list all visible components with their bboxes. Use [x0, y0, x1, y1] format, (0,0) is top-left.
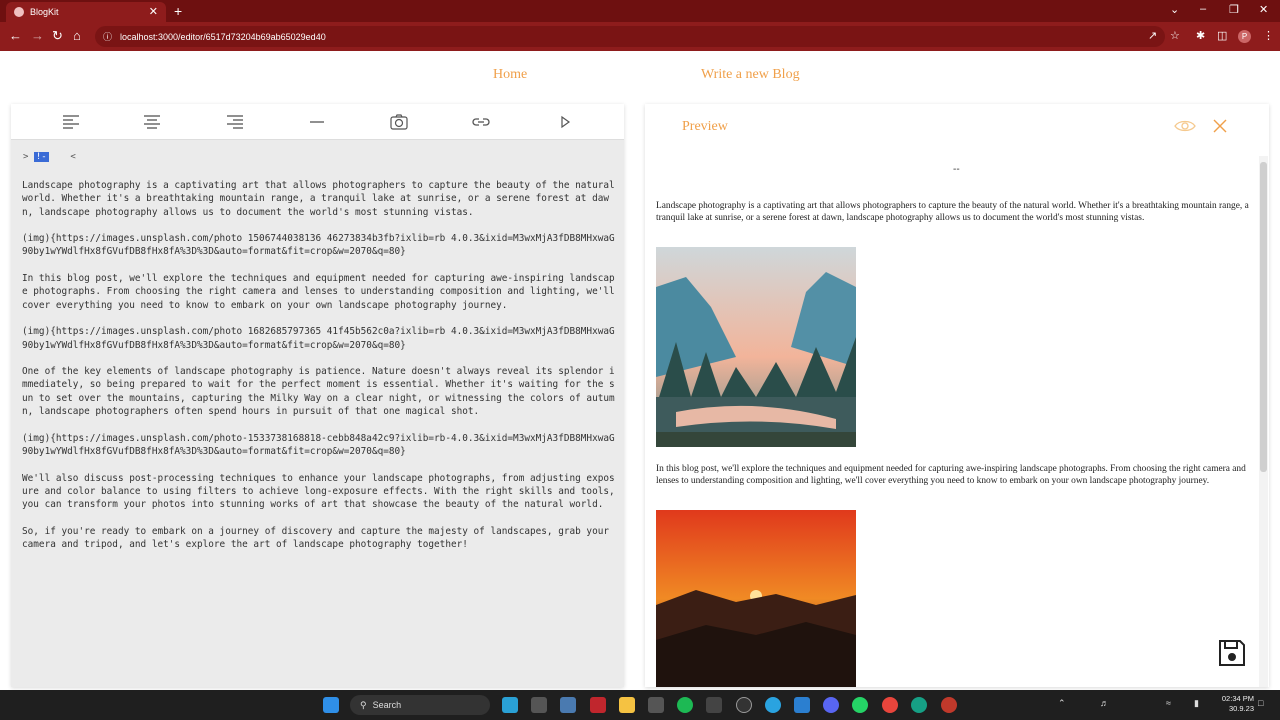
editor-cursor-line[interactable]: > !- <	[23, 152, 76, 162]
eye-icon[interactable]	[1174, 118, 1196, 134]
store-icon[interactable]	[648, 697, 664, 713]
nav-home-link[interactable]: Home	[493, 67, 527, 83]
mcafee-icon[interactable]	[590, 697, 606, 713]
selected-text[interactable]: !-	[33, 152, 49, 162]
editor-paragraph: Landscape photography is a captivating a…	[22, 180, 621, 218]
markdown-editor-textarea[interactable]: Landscape photography is a captivating a…	[22, 179, 617, 565]
os-taskbar: ⚲ Search ⌃ ♬ ≈ ▮ 02:34 PM 30.9.23 □	[0, 690, 1280, 720]
play-icon[interactable]	[555, 113, 575, 131]
sunset-image	[656, 510, 856, 687]
site-info-icon[interactable]: ⓘ	[103, 30, 112, 43]
telegram-icon[interactable]	[765, 697, 781, 713]
vscode-icon[interactable]	[794, 697, 810, 713]
tray-chevron-icon[interactable]: ⌃	[1058, 698, 1066, 709]
browser-tab[interactable]: BlogKit ✕	[6, 2, 166, 22]
folder-icon[interactable]	[619, 697, 635, 713]
align-center-icon[interactable]	[142, 113, 162, 131]
clock-time: 02:34 PM	[1221, 694, 1254, 703]
forward-arrow-icon[interactable]: →	[31, 28, 44, 44]
sidebar-icon[interactable]: ◫	[1217, 29, 1227, 42]
camera-icon[interactable]	[389, 113, 409, 131]
editor-toolbar	[11, 104, 624, 140]
tab-title: BlogKit	[30, 7, 59, 17]
extensions-icon[interactable]: ✱	[1196, 29, 1205, 42]
reload-icon[interactable]: ↻	[52, 28, 63, 44]
save-icon[interactable]	[1216, 637, 1248, 669]
cursor-suffix: <	[70, 152, 76, 162]
taskbar-clock[interactable]: 02:34 PM 30.9.23	[1212, 694, 1254, 714]
volume-icon[interactable]: ♬	[1100, 698, 1109, 708]
whatsapp-icon[interactable]	[852, 697, 868, 713]
notification-icon[interactable]: □	[1258, 698, 1263, 708]
horizontal-rule-icon[interactable]	[307, 113, 327, 131]
home-icon[interactable]: ⌂	[73, 28, 81, 44]
clock-date: 30.9.23	[1228, 704, 1254, 713]
new-tab-button[interactable]: +	[174, 2, 182, 20]
preview-title: Preview	[682, 119, 728, 134]
address-bar[interactable]: ⓘ localhost:3000/editor/6517d73204b69ab6…	[95, 26, 1165, 47]
browser-toolbar: ← → ↻ ⌂ ⓘ localhost:3000/editor/6517d732…	[0, 22, 1280, 51]
profile-avatar[interactable]: P	[1238, 30, 1251, 43]
settings-gear-icon[interactable]	[736, 697, 752, 713]
calculator-icon[interactable]	[706, 697, 722, 713]
preview-pane: Preview -- Landscape photography is a ca…	[645, 104, 1269, 687]
back-arrow-icon[interactable]: ←	[9, 28, 22, 44]
preview-hr: --	[953, 164, 960, 175]
share-icon[interactable]: ↗	[1148, 29, 1157, 42]
window-icon[interactable]	[560, 697, 576, 713]
url-text: localhost:3000/editor/6517d73204b69ab650…	[120, 31, 326, 42]
discord-icon[interactable]	[823, 697, 839, 713]
preview-paragraph: Landscape photography is a captivating a…	[656, 201, 1249, 224]
link-icon[interactable]	[471, 113, 491, 131]
preview-paragraph: In this blog post, we'll explore the tec…	[656, 464, 1246, 487]
preview-scrollbar[interactable]	[1259, 156, 1268, 687]
close-icon[interactable]	[1213, 119, 1227, 133]
wifi-icon[interactable]: ≈	[1166, 698, 1171, 708]
bookmark-star-icon[interactable]: ☆	[1170, 29, 1180, 42]
scrollbar-thumb[interactable]	[1260, 162, 1267, 472]
editor-paragraph: In this blog post, we'll explore the tec…	[22, 273, 621, 311]
windows-start-icon[interactable]	[323, 697, 339, 713]
editor-image-line: (img){https://images.unsplash.com/photo …	[22, 326, 615, 351]
taskbar-search-label: Search	[372, 700, 402, 710]
battery-icon[interactable]: ▮	[1194, 698, 1199, 709]
taskbar-search[interactable]: ⚲ Search	[350, 695, 490, 715]
blogkit-favicon-icon	[14, 7, 24, 17]
tab-close-icon[interactable]: ✕	[149, 5, 158, 18]
file-icon[interactable]	[531, 697, 547, 713]
nav-write-blog-link[interactable]: Write a new Blog	[701, 67, 800, 83]
mountain-lake-image	[656, 247, 856, 447]
maximize-button[interactable]: ❐	[1229, 3, 1239, 16]
editor-paragraph: We'll also discuss post-processing techn…	[22, 472, 621, 511]
cursor-prefix: >	[23, 152, 29, 162]
browser-tab-bar: BlogKit ✕ + ⌄ – ❐ ✕	[0, 0, 1280, 22]
editor-image-line: (img){https://images.unsplash.com/photo-…	[22, 432, 615, 457]
minimize-button[interactable]: –	[1200, 3, 1206, 15]
tab-search-icon[interactable]: ⌄	[1170, 3, 1179, 16]
spotify-icon[interactable]	[677, 697, 693, 713]
chrome-icon[interactable]	[882, 697, 898, 713]
editor-image-line: (img){https://images.unsplash.com/photo …	[22, 233, 615, 258]
app-navbar: Home Write a new Blog	[0, 51, 1280, 99]
editor-paragraph: So, if you're ready to embark on a journ…	[22, 525, 615, 551]
chrome-dev-icon[interactable]	[911, 697, 927, 713]
align-left-icon[interactable]	[61, 113, 81, 131]
editor-pane: > !- < Landscape photography is a captiv…	[11, 104, 624, 687]
chrome-active-icon[interactable]	[941, 697, 957, 713]
close-window-button[interactable]: ✕	[1259, 3, 1268, 16]
editor-paragraph: One of the key elements of landscape pho…	[22, 366, 615, 418]
align-right-icon[interactable]	[225, 113, 245, 131]
more-menu-icon[interactable]: ⋮	[1263, 29, 1274, 42]
edge-icon[interactable]	[502, 697, 518, 713]
search-icon: ⚲	[360, 699, 367, 710]
